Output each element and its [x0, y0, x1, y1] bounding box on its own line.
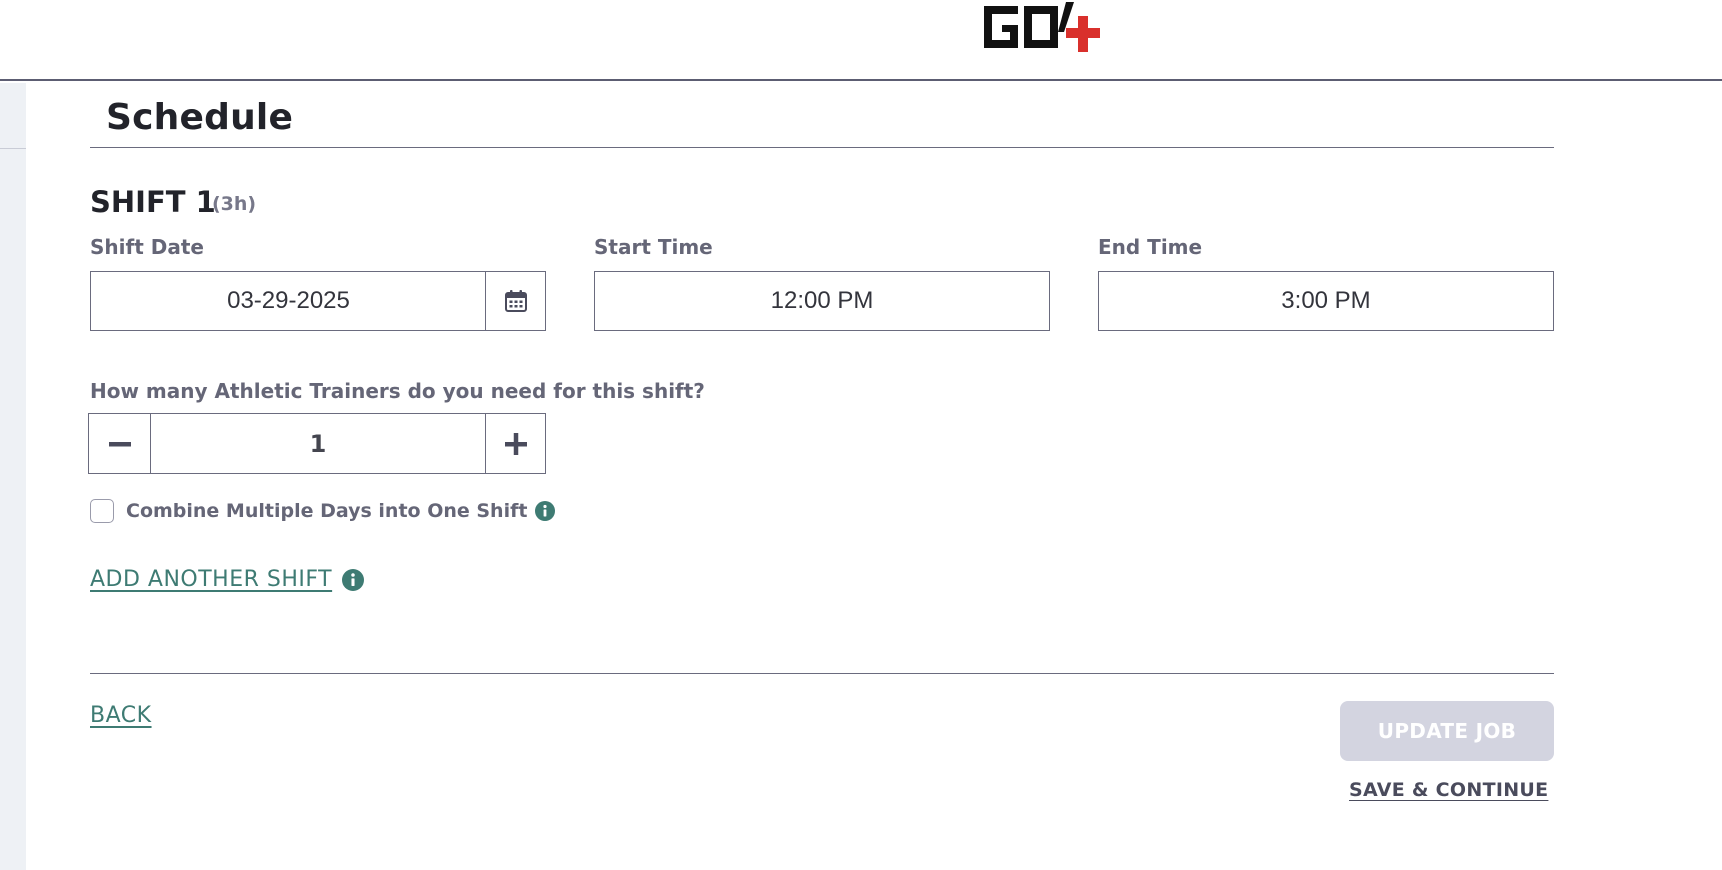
start-time-field[interactable]: 12:00 PM: [594, 271, 1050, 331]
combine-days-checkbox[interactable]: [90, 499, 114, 523]
trainers-question: How many Athletic Trainers do you need f…: [90, 379, 705, 403]
shift-date-value[interactable]: 03-29-2025: [91, 272, 486, 330]
combine-days-row: Combine Multiple Days into One Shift: [90, 498, 556, 524]
minus-icon: [108, 441, 131, 446]
info-glyph: [351, 572, 355, 586]
add-another-shift-link[interactable]: ADD ANOTHER SHIFT: [90, 567, 332, 592]
schedule-section: Schedule SHIFT 1 (3h) Shift Date Start T…: [0, 83, 1722, 870]
end-time-field[interactable]: 3:00 PM: [1098, 271, 1554, 331]
update-job-button[interactable]: UPDATE JOB: [1340, 701, 1554, 761]
end-time-label: End Time: [1098, 235, 1203, 259]
trainers-count[interactable]: 1: [151, 414, 485, 473]
title-divider: [90, 147, 1554, 148]
increment-button[interactable]: [485, 414, 545, 473]
shift-date-field[interactable]: 03-29-2025: [90, 271, 546, 331]
start-time-label: Start Time: [594, 235, 713, 259]
footer-divider: [90, 673, 1554, 674]
add-shift-info-icon[interactable]: [342, 568, 365, 591]
shift-date-label: Shift Date: [90, 235, 204, 259]
calendar-icon: [505, 290, 527, 312]
info-icon[interactable]: [535, 501, 556, 521]
save-continue-link[interactable]: SAVE & CONTINUE: [1349, 779, 1548, 801]
plus-icon: [504, 432, 527, 455]
go4-logo: [984, 2, 1100, 52]
shift-heading: SHIFT 1: [90, 185, 216, 219]
decrement-button[interactable]: [89, 414, 151, 473]
add-shift-row: ADD ANOTHER SHIFT: [90, 567, 365, 592]
app-header: [0, 0, 1722, 81]
shift-duration: (3h): [212, 193, 257, 215]
info-glyph: [543, 504, 548, 517]
combine-days-label[interactable]: Combine Multiple Days into One Shift: [126, 500, 527, 522]
calendar-button[interactable]: [486, 272, 546, 330]
page-title: Schedule: [106, 97, 294, 138]
back-link[interactable]: BACK: [90, 703, 152, 728]
trainers-stepper[interactable]: 1: [88, 413, 546, 474]
